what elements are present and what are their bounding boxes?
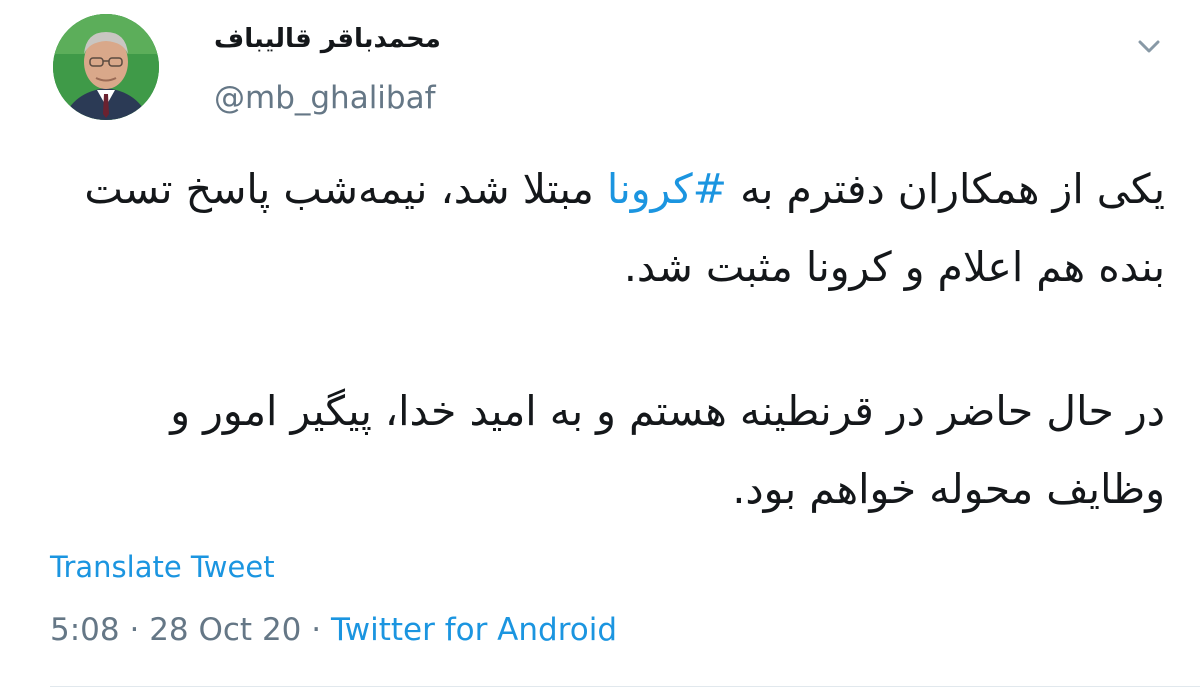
chevron-down-icon[interactable] — [1134, 34, 1164, 58]
tweet-time[interactable]: 5:08 — [50, 612, 120, 648]
display-name[interactable]: محمدباقر قالیباف — [214, 24, 441, 54]
divider — [50, 686, 1200, 687]
tweet-text: یکی از همکاران دفترم به #کرونا مبتلا شد،… — [45, 150, 1165, 528]
tweet-text-segment: یکی از همکاران دفترم به — [727, 165, 1165, 213]
hashtag-link[interactable]: #کرونا — [607, 165, 727, 213]
avatar[interactable] — [53, 14, 159, 120]
tweet-date[interactable]: 28 Oct 20 — [149, 612, 301, 648]
tweet-metadata: 5:08 · 28 Oct 20 · Twitter for Android — [50, 612, 617, 648]
user-handle[interactable]: @mb_ghalibaf — [214, 80, 436, 116]
tweet-source-link[interactable]: Twitter for Android — [331, 612, 617, 648]
meta-separator: · — [301, 612, 331, 648]
tweet-paragraph-2: در حال حاضر در قرنطینه هستم و به امید خد… — [170, 387, 1165, 513]
profile-photo-icon — [53, 14, 159, 120]
meta-separator: · — [119, 612, 150, 648]
tweet-paragraph-1: یکی از همکاران دفترم به #کرونا مبتلا شد،… — [45, 150, 1165, 306]
translate-tweet-link[interactable]: Translate Tweet — [50, 550, 275, 584]
